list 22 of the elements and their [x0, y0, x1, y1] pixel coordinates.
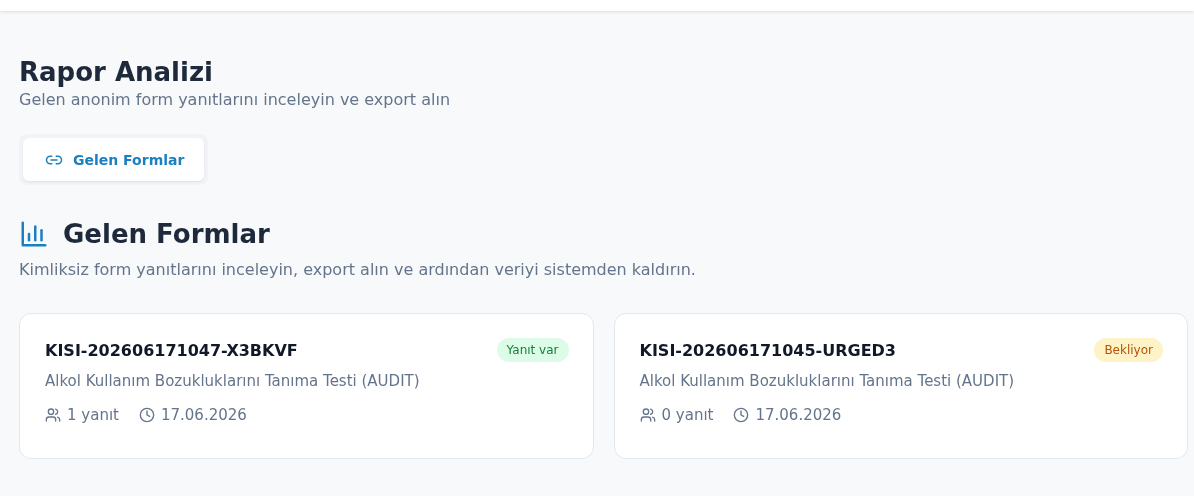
bar-chart-icon — [19, 219, 49, 249]
section-description: Kimliksiz form yanıtlarını inceleyin, export alın ve ardından veriyi sistemden kaldırın. — [19, 259, 697, 281]
form-card[interactable]: KISI-202606171047-X3BKVF Yanıt var Alkol Kullanım Bozukluklarını Tanıma Testi (AUDIT) 1 yanıt 17.06.2026 — [19, 313, 594, 459]
clock-icon — [138, 407, 155, 423]
status-badge: Yanıt var — [496, 338, 569, 362]
clock-icon — [733, 407, 750, 423]
tab[interactable]: Gelen Formlar — [23, 138, 205, 181]
test-name: Alkol Kullanım Bozukluklarını Tanıma Testi (AUDIT) — [45, 372, 421, 390]
users-icon — [639, 407, 656, 423]
users-icon — [45, 407, 61, 423]
form-date: 17.06.2026 — [160, 406, 247, 424]
page-title: Rapor Analizi — [19, 56, 214, 89]
page-subtitle: Gelen anonim form yanıtlarını inceleyin ve export alın — [19, 89, 452, 111]
form-code: KISI-202606171047-X3BKVF — [45, 340, 298, 360]
form-date: 17.06.2026 — [755, 406, 842, 424]
status-badge: Bekliyor — [1094, 338, 1163, 362]
section-title: Gelen Formlar — [63, 218, 270, 251]
form-code: KISI-202606171045-URGED3 — [639, 340, 896, 360]
form-card[interactable]: KISI-202606171045-URGED3 Bekliyor Alkol Kullanım Bozukluklarını Tanıma Testi (AUDIT) 0 yanıt 17.06.2026 — [613, 313, 1188, 459]
response-count: 0 yanıt — [661, 406, 714, 424]
test-name: Alkol Kullanım Bozukluklarını Tanıma Testi (AUDIT) — [639, 372, 1016, 390]
response-count: 1 yanıt — [67, 406, 119, 424]
